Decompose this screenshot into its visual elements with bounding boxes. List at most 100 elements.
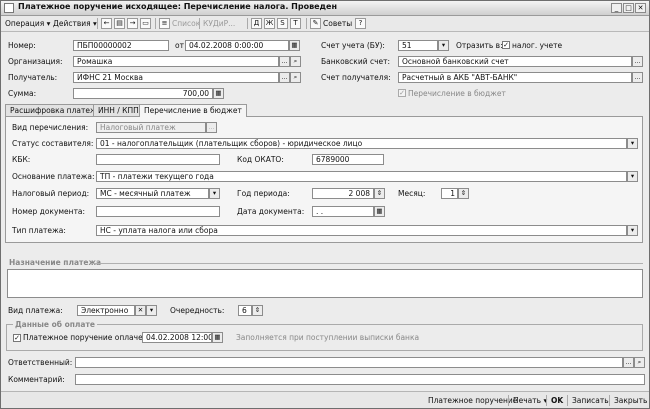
calendar-icon[interactable]: ▦ bbox=[289, 40, 300, 51]
window-title: Платежное поручение исходящее: Перечисле… bbox=[18, 2, 337, 11]
minimize-icon[interactable]: _ bbox=[611, 3, 622, 13]
payment-kind-field[interactable]: Электронно bbox=[77, 305, 135, 316]
back-arrow-icon[interactable]: ← bbox=[101, 18, 112, 29]
payment-kind-clear-icon[interactable]: ✕ bbox=[135, 305, 146, 316]
reflect-label: Отразить в: bbox=[456, 41, 503, 50]
kbk-field[interactable] bbox=[96, 154, 220, 165]
paid-date-calendar-icon[interactable]: ▦ bbox=[212, 332, 223, 343]
basis-dropdown-icon[interactable]: ▾ bbox=[627, 171, 638, 182]
kudir-button[interactable]: КУДиР... bbox=[203, 18, 235, 29]
toolbar: Операция ▾ Действия ▾ ← ▤ → ▭ ≡ Список К… bbox=[1, 16, 649, 32]
paid-date-field[interactable]: 04.02.2008 12:00:01 bbox=[142, 332, 212, 343]
month-stepper-icon[interactable]: ⇕ bbox=[458, 188, 469, 199]
posting-journal-icon[interactable]: Ж bbox=[264, 18, 275, 29]
bank-account-field[interactable]: Основной банковский счет bbox=[398, 56, 632, 67]
maximize-icon[interactable]: □ bbox=[623, 3, 634, 13]
transfer-type-select-button[interactable]: … bbox=[206, 122, 217, 133]
purpose-section-title: Назначение платежа bbox=[9, 258, 102, 267]
operation-menu[interactable]: Операция ▾ bbox=[5, 18, 50, 29]
structure-icon[interactable]: S bbox=[277, 18, 288, 29]
list-button[interactable]: Список bbox=[172, 18, 200, 29]
doc-date-field[interactable]: . . bbox=[312, 206, 374, 217]
tab-budget-transfer[interactable]: Перечисление в бюджет bbox=[139, 104, 247, 117]
doc-number-label: Номер документа: bbox=[12, 207, 86, 216]
calculator-icon[interactable]: ▦ bbox=[213, 88, 224, 99]
purpose-textarea[interactable] bbox=[7, 269, 643, 298]
status-field[interactable]: 01 - налогоплательщик (плательщик сборов… bbox=[96, 138, 627, 149]
doc-number-field[interactable] bbox=[96, 206, 220, 217]
recipient-field[interactable]: ИФНС 21 Москва bbox=[73, 72, 279, 83]
payment-order-print-button[interactable]: Платежное поручение bbox=[428, 396, 517, 406]
tab-inn-kpp[interactable]: ИНН / КПП bbox=[93, 104, 144, 116]
priority-field[interactable]: 6 bbox=[238, 305, 252, 316]
status-dropdown-icon[interactable]: ▾ bbox=[627, 138, 638, 149]
recipient-account-select-button[interactable]: … bbox=[632, 72, 643, 83]
close-button[interactable]: Закрыть bbox=[614, 396, 647, 406]
comment-field[interactable] bbox=[75, 374, 645, 385]
okato-label: Код ОКАТО: bbox=[237, 155, 284, 164]
responsible-select-button[interactable]: … bbox=[623, 357, 634, 368]
bank-account-label: Банковский счет: bbox=[321, 57, 391, 66]
sum-field[interactable]: 700,00 bbox=[73, 88, 213, 99]
paid-checkbox[interactable]: ✓ bbox=[13, 334, 21, 342]
tab-payment-breakdown[interactable]: Расшифровка платежа bbox=[5, 104, 107, 116]
tax-accounting-checkbox[interactable]: ✓ bbox=[502, 41, 510, 49]
close-icon[interactable]: ✕ bbox=[635, 3, 646, 13]
number-field[interactable]: ПБП00000002 bbox=[73, 40, 169, 51]
bottom-action-bar: Платежное поручение Печать ▾ OK Записать… bbox=[1, 391, 649, 408]
document-icon bbox=[4, 3, 14, 13]
period-dropdown-icon[interactable]: ▾ bbox=[209, 188, 220, 199]
okato-field[interactable]: 6789000 bbox=[312, 154, 384, 165]
report-icon[interactable]: T bbox=[290, 18, 301, 29]
sum-label: Сумма: bbox=[8, 89, 37, 98]
basis-field[interactable]: ТП - платежи текущего года bbox=[96, 171, 627, 182]
doc-date-label: Дата документа: bbox=[237, 207, 305, 216]
document-window: Платежное поручение исходящее: Перечисле… bbox=[0, 0, 650, 409]
period-label: Налоговый период: bbox=[12, 189, 90, 198]
month-field[interactable]: 1 bbox=[441, 188, 458, 199]
help-button[interactable]: ? bbox=[355, 18, 366, 29]
payment-kind-dropdown-icon[interactable]: ▾ bbox=[146, 305, 157, 316]
period-field[interactable]: МС - месячный платеж bbox=[96, 188, 209, 199]
title-bar: Платежное поручение исходящее: Перечисле… bbox=[1, 1, 649, 16]
tips-button[interactable]: Советы bbox=[323, 18, 352, 29]
posting-dt-kt-icon[interactable]: Д bbox=[251, 18, 262, 29]
organization-select-button[interactable]: … bbox=[279, 56, 290, 67]
basis-label: Основание платежа: bbox=[12, 172, 95, 181]
year-field[interactable]: 2 008 bbox=[312, 188, 374, 199]
doc-date-calendar-icon[interactable]: ▦ bbox=[374, 206, 385, 217]
purpose-divider bbox=[91, 263, 643, 264]
organization-field[interactable]: Ромашка bbox=[73, 56, 279, 67]
transfer-type-field[interactable]: Налоговый платеж bbox=[96, 122, 206, 133]
print-menu-button[interactable]: Печать ▾ bbox=[513, 396, 547, 406]
payment-type-field[interactable]: НС - уплата налога или сбора bbox=[96, 225, 627, 236]
form-icon[interactable]: ▤ bbox=[114, 18, 125, 29]
save-button[interactable]: Записать bbox=[572, 396, 609, 406]
kbk-label: КБК: bbox=[12, 155, 31, 164]
budget-transfer-panel: Вид перечисления: Налоговый платеж … Ста… bbox=[5, 116, 643, 243]
recipient-label: Получатель: bbox=[8, 73, 58, 82]
organization-open-icon[interactable]: ⌕ bbox=[290, 56, 301, 67]
responsible-open-icon[interactable]: ⌕ bbox=[634, 357, 645, 368]
priority-label: Очередность: bbox=[170, 306, 225, 315]
ok-button[interactable]: OK bbox=[551, 396, 563, 406]
recipient-select-button[interactable]: … bbox=[279, 72, 290, 83]
forward-arrow-icon[interactable]: → bbox=[127, 18, 138, 29]
responsible-field[interactable] bbox=[75, 357, 623, 368]
payment-data-title: Данные об оплате bbox=[13, 320, 97, 329]
bank-account-select-button[interactable]: … bbox=[632, 56, 643, 67]
priority-stepper-icon[interactable]: ⇕ bbox=[252, 305, 263, 316]
budget-transfer-checkbox[interactable]: ✓ bbox=[398, 89, 406, 97]
date-from-label: от bbox=[175, 41, 184, 50]
recipient-account-field[interactable]: Расчетный в АКБ "АВТ-БАНК" bbox=[398, 72, 632, 83]
payment-type-dropdown-icon[interactable]: ▾ bbox=[627, 225, 638, 236]
account-field[interactable]: 51 bbox=[398, 40, 438, 51]
date-field[interactable]: 04.02.2008 0:00:00 bbox=[185, 40, 289, 51]
print-icon[interactable]: ▭ bbox=[140, 18, 151, 29]
list-icon: ≡ bbox=[159, 18, 170, 29]
year-stepper-icon[interactable]: ⇕ bbox=[374, 188, 385, 199]
recipient-open-icon[interactable]: ⌕ bbox=[290, 72, 301, 83]
actions-menu[interactable]: Действия ▾ bbox=[53, 18, 97, 29]
transfer-type-label: Вид перечисления: bbox=[12, 123, 89, 132]
account-dropdown-icon[interactable]: ▾ bbox=[438, 40, 449, 51]
